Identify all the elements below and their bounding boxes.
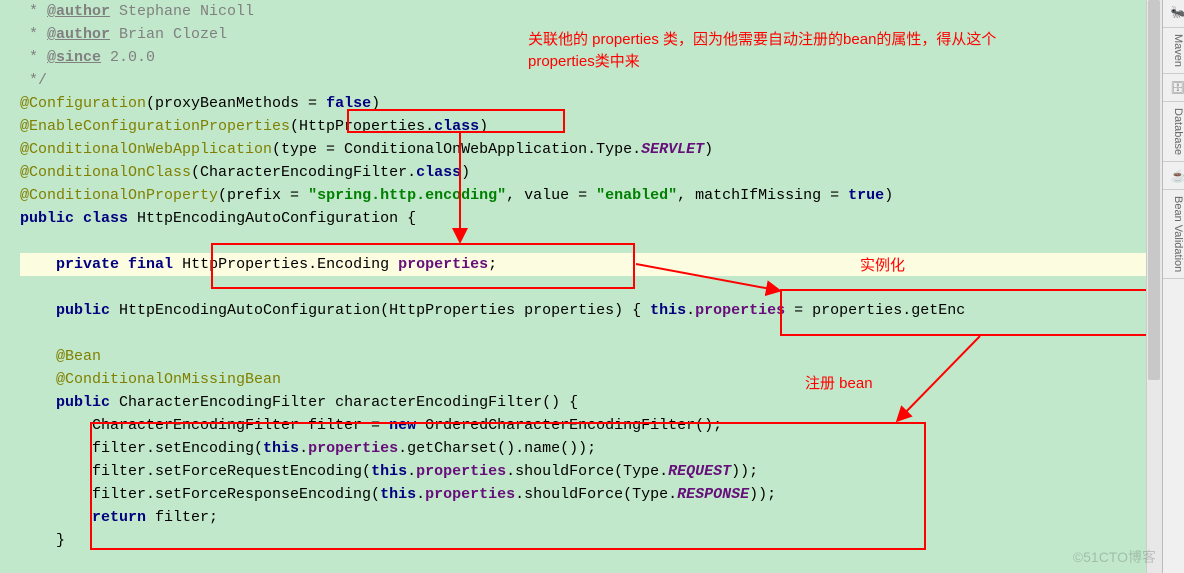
code-line: filter.setEncoding(this.properties.getCh… — [20, 437, 1184, 460]
annotation-text: 注册 bean — [805, 372, 873, 395]
blank-line — [20, 276, 1184, 299]
tool-sidebar: 🐜 Maven 🗄 Database ☕ Bean Validation — [1162, 0, 1184, 573]
code-line: @EnableConfigurationProperties(HttpPrope… — [20, 115, 1184, 138]
code-line: } — [20, 529, 1184, 552]
code-line: public CharacterEncodingFilter character… — [20, 391, 1184, 414]
code-line: @ConditionalOnWebApplication(type = Cond… — [20, 138, 1184, 161]
annotation-text: properties类中来 — [528, 50, 640, 73]
comment-line: * @author Stephane Nicoll — [20, 0, 1184, 23]
bean-icon[interactable]: ☕ — [1163, 162, 1184, 190]
database-tab[interactable]: Database — [1163, 102, 1184, 162]
ant-icon[interactable]: 🐜 — [1163, 0, 1184, 28]
code-editor[interactable]: * @author Stephane Nicoll * @author Bria… — [0, 0, 1184, 552]
code-line: public class HttpEncodingAutoConfigurati… — [20, 207, 1184, 230]
code-line: @ConditionalOnClass(CharacterEncodingFil… — [20, 161, 1184, 184]
blank-line — [20, 230, 1184, 253]
watermark: ©51CTO博客 — [1073, 546, 1156, 569]
code-line: public HttpEncodingAutoConfiguration(Htt… — [20, 299, 1184, 322]
blank-line — [20, 322, 1184, 345]
scrollbar-track[interactable] — [1146, 0, 1162, 573]
code-line: @ConditionalOnMissingBean — [20, 368, 1184, 391]
code-line: @Configuration(proxyBeanMethods = false) — [20, 92, 1184, 115]
code-line: return filter; — [20, 506, 1184, 529]
bean-validation-tab[interactable]: Bean Validation — [1163, 190, 1184, 279]
code-line-highlighted: private final HttpProperties.Encoding pr… — [20, 253, 1150, 276]
scrollbar-thumb[interactable] — [1148, 0, 1160, 380]
database-icon[interactable]: 🗄 — [1163, 74, 1184, 102]
maven-tab[interactable]: Maven — [1163, 28, 1184, 74]
annotation-text: 关联他的 properties 类，因为他需要自动注册的bean的属性，得从这个 — [528, 28, 996, 51]
code-line: @Bean — [20, 345, 1184, 368]
code-line: @ConditionalOnProperty(prefix = "spring.… — [20, 184, 1184, 207]
annotation-text: 实例化 — [860, 254, 905, 277]
code-line: filter.setForceRequestEncoding(this.prop… — [20, 460, 1184, 483]
code-line: filter.setForceResponseEncoding(this.pro… — [20, 483, 1184, 506]
code-line: CharacterEncodingFilter filter = new Ord… — [20, 414, 1184, 437]
